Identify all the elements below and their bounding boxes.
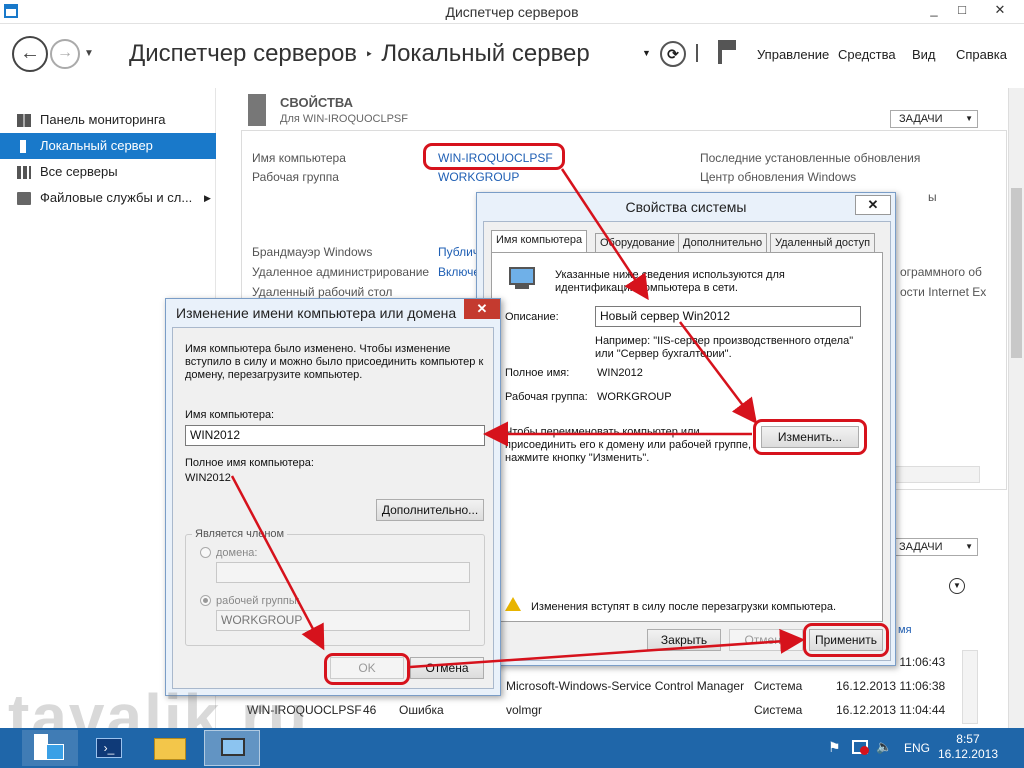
powershell-icon: ›_	[96, 738, 122, 758]
volume-icon[interactable]: 🔈	[876, 740, 892, 754]
taskbar: ›_ ⚑ 🔈 ENG 8:57 16.12.2013	[0, 728, 1024, 768]
annotation-arrows	[230, 168, 805, 669]
network-error-icon	[860, 746, 869, 755]
server-manager-taskbar-icon[interactable]	[22, 730, 78, 766]
clock-time: 8:57	[956, 732, 980, 746]
arrow-input-to-ok	[230, 475, 325, 651]
system-properties-taskbar-icon[interactable]	[204, 730, 260, 766]
clock-date: 16.12.2013	[937, 747, 998, 761]
server-manager-icon-tile	[46, 744, 64, 760]
powershell-taskbar-icon[interactable]: ›_	[82, 730, 138, 766]
language-indicator[interactable]: ENG	[904, 741, 930, 755]
arrow-to-change-button	[679, 321, 758, 424]
action-center-flag-icon[interactable]: ⚑	[828, 740, 842, 754]
clock[interactable]: 8:57 16.12.2013	[938, 732, 998, 762]
arrow-name-to-dialog	[560, 168, 649, 301]
explorer-taskbar-icon[interactable]	[142, 730, 198, 766]
arrow-ok-to-apply	[409, 628, 805, 669]
folder-icon	[154, 738, 186, 760]
network-icon[interactable]	[852, 740, 869, 755]
computer-icon	[221, 738, 245, 756]
